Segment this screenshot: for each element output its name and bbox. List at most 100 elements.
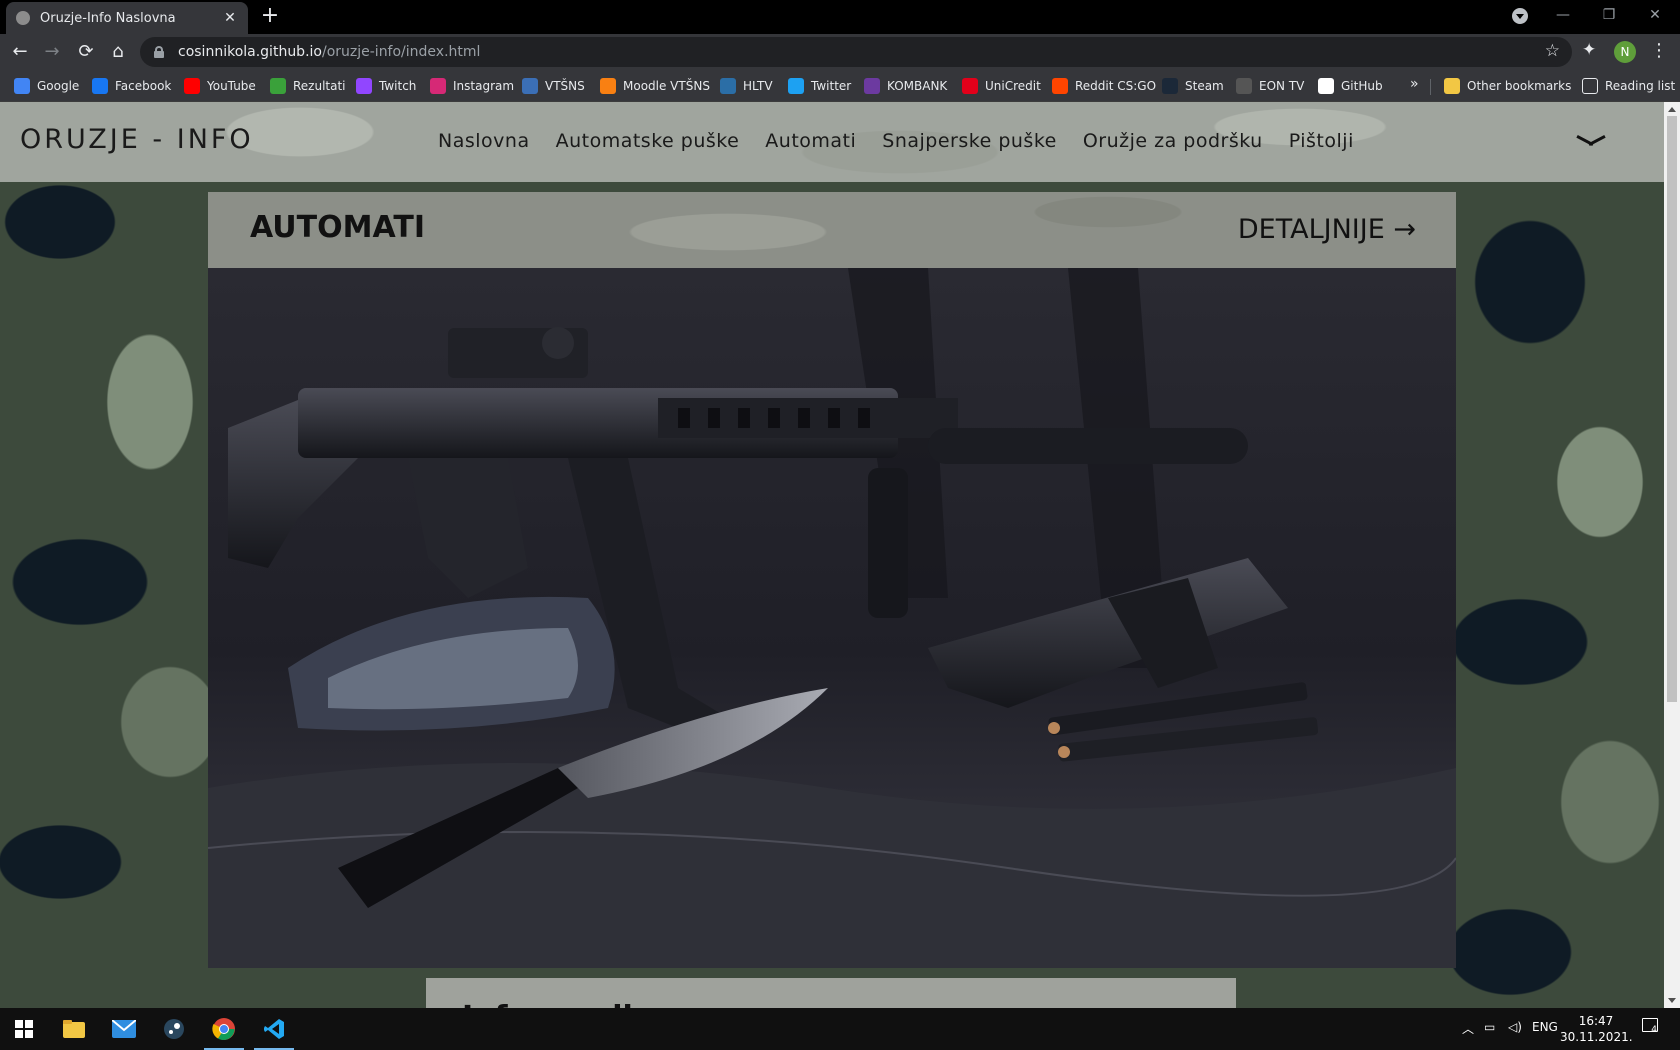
bookmark-label: Twitter: [811, 79, 852, 93]
bookmarks-bar: Google Facebook YouTube Rezultati Twitch…: [0, 70, 1680, 102]
browser-toolbar: ← → ⟳ ⌂ cosinnikola.github.io/oruzje-inf…: [0, 34, 1680, 70]
bookmark-vtsns[interactable]: VTŠNS: [522, 76, 585, 96]
moodle-icon: [600, 78, 616, 94]
nav-automatske-puske[interactable]: Automatske puške: [556, 130, 740, 152]
reddit-icon: [1052, 78, 1068, 94]
bookmark-reddit-csgo[interactable]: Reddit CS:GO: [1052, 76, 1156, 96]
close-window-button[interactable]: ✕: [1632, 0, 1678, 30]
vscode-icon: [264, 1019, 284, 1039]
bookmark-label: Other bookmarks: [1467, 79, 1572, 93]
nav-oruzje-za-podrsku[interactable]: Oružje za podršku: [1083, 130, 1263, 152]
nav-pistolji[interactable]: Pištolji: [1289, 130, 1354, 152]
bookmark-label: Facebook: [115, 79, 172, 93]
bookmark-kombank[interactable]: KOMBANK: [864, 76, 947, 96]
info-card: Informacije: [426, 978, 1236, 1008]
windows-taskbar: ︿ ▭ ◁) ENG 16:47 30.11.2021. 4: [0, 1008, 1680, 1050]
clock-date: 30.11.2021.: [1560, 1030, 1633, 1044]
mail-taskbar-icon[interactable]: [100, 1008, 148, 1050]
bookmark-hltv[interactable]: HLTV: [720, 76, 773, 96]
bookmark-eon-tv[interactable]: EON TV: [1236, 76, 1304, 96]
reading-list-icon: [1582, 78, 1598, 94]
details-link[interactable]: DETALJNIJE →: [1238, 214, 1416, 245]
chrome-taskbar-icon[interactable]: [200, 1008, 248, 1050]
tab-search-icon[interactable]: [1512, 8, 1528, 24]
info-title: Informacije: [462, 1000, 653, 1008]
scroll-thumb[interactable]: [1667, 116, 1677, 702]
clock-time: 16:47: [1578, 1014, 1614, 1028]
nav-naslovna[interactable]: Naslovna: [438, 130, 530, 152]
scroll-up-arrow-icon[interactable]: [1668, 107, 1676, 112]
tray-overflow-chevron-icon[interactable]: ︿: [1462, 1020, 1474, 1037]
more-bookmarks-button[interactable]: »: [1410, 76, 1419, 92]
notification-center-icon[interactable]: 4: [1642, 1018, 1658, 1035]
system-clock[interactable]: 16:47 30.11.2021.: [1560, 1013, 1633, 1045]
facebook-icon: [92, 78, 108, 94]
steam-icon: [164, 1019, 184, 1039]
address-bar[interactable]: cosinnikola.github.io/oruzje-info/index.…: [140, 37, 1572, 67]
mail-icon: [112, 1020, 136, 1038]
bookmark-label: Twitch: [379, 79, 417, 93]
weapons-photo: [208, 268, 1456, 968]
folder-icon: [63, 1020, 85, 1038]
restore-window-button[interactable]: ❐: [1586, 0, 1632, 30]
bookmark-label: VTŠNS: [545, 79, 585, 93]
tab-close-icon[interactable]: ✕: [222, 10, 238, 26]
file-explorer-taskbar-icon[interactable]: [50, 1008, 98, 1050]
bookmark-moodle-vtsns[interactable]: Moodle VTŠNS: [600, 76, 710, 96]
scroll-down-arrow-icon[interactable]: [1668, 998, 1676, 1003]
bookmark-label: EON TV: [1259, 79, 1305, 93]
steam-icon: [1162, 78, 1178, 94]
bookmark-github[interactable]: GitHub: [1318, 76, 1383, 96]
google-icon: [14, 78, 30, 94]
weapons-photo-illustration: [208, 268, 1456, 968]
bookmark-twitter[interactable]: Twitter: [788, 76, 851, 96]
tab-strip: Oruzje-Info Naslovna ✕ + — ❐ ✕: [0, 0, 1680, 34]
site-logo[interactable]: ORUZJE - INFO: [20, 124, 254, 155]
forward-button[interactable]: →: [40, 40, 64, 64]
new-tab-button[interactable]: +: [258, 4, 282, 28]
windows-logo-icon: [15, 1020, 33, 1038]
bookmark-star-icon[interactable]: ☆: [1545, 41, 1560, 61]
browser-menu-icon[interactable]: ⋮: [1650, 40, 1668, 61]
extensions-puzzle-icon[interactable]: ✦: [1582, 40, 1596, 60]
twitch-icon: [356, 78, 372, 94]
vscode-taskbar-icon[interactable]: [250, 1008, 298, 1050]
lock-icon[interactable]: [154, 46, 164, 58]
language-indicator[interactable]: ENG: [1532, 1020, 1558, 1034]
site-nav: Naslovna Automatske puške Automati Snajp…: [438, 130, 1380, 152]
bookmark-facebook[interactable]: Facebook: [92, 76, 171, 96]
bookmark-google[interactable]: Google: [14, 76, 79, 96]
bookmark-instagram[interactable]: Instagram: [430, 76, 514, 96]
bookmark-label: Moodle VTŠNS: [623, 79, 710, 93]
reload-button[interactable]: ⟳: [74, 40, 98, 64]
other-bookmarks-folder[interactable]: Other bookmarks: [1444, 76, 1571, 96]
back-button[interactable]: ←: [8, 40, 32, 64]
page-scrollbar[interactable]: [1664, 102, 1680, 1008]
bookmark-label: HLTV: [743, 79, 773, 93]
bookmark-twitch[interactable]: Twitch: [356, 76, 416, 96]
reading-list-button[interactable]: Reading list: [1582, 76, 1675, 96]
minimize-window-button[interactable]: —: [1540, 0, 1586, 30]
nav-snajperske-puske[interactable]: Snajperske puške: [882, 130, 1057, 152]
steam-taskbar-icon[interactable]: [150, 1008, 198, 1050]
bookmark-youtube[interactable]: YouTube: [184, 76, 256, 96]
browser-tab-active[interactable]: Oruzje-Info Naslovna ✕: [6, 2, 248, 34]
bookmark-rezultati[interactable]: Rezultati: [270, 76, 346, 96]
bookmark-unicredit[interactable]: UniCredit: [962, 76, 1041, 96]
page-viewport: ORUZJE - INFO Naslovna Automatske puške …: [0, 102, 1664, 1008]
github-icon: [1318, 78, 1334, 94]
start-button[interactable]: [0, 1008, 48, 1050]
network-icon[interactable]: ▭: [1484, 1020, 1495, 1034]
unicredit-icon: [962, 78, 978, 94]
tab-title: Oruzje-Info Naslovna: [40, 10, 176, 26]
site-header: ORUZJE - INFO Naslovna Automatske puške …: [0, 102, 1664, 182]
vtsns-icon: [522, 78, 538, 94]
bookmark-steam[interactable]: Steam: [1162, 76, 1224, 96]
volume-icon[interactable]: ◁): [1508, 1020, 1522, 1034]
profile-avatar[interactable]: N: [1614, 41, 1636, 63]
bookmark-label: Instagram: [453, 79, 515, 93]
home-button[interactable]: ⌂: [106, 40, 130, 64]
twitter-icon: [788, 78, 804, 94]
chevron-down-icon[interactable]: [1576, 134, 1606, 148]
nav-automati[interactable]: Automati: [765, 130, 856, 152]
